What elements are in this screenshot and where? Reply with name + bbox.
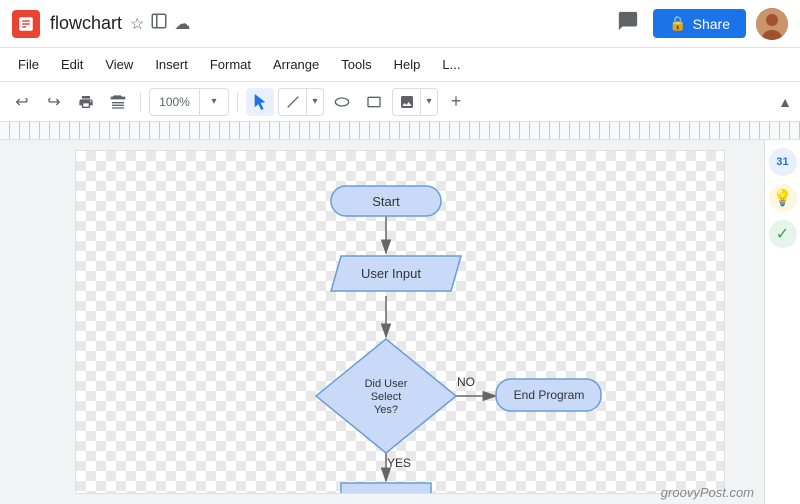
header-right: 🔒 Share	[613, 6, 788, 42]
insert-button[interactable]: +	[442, 88, 470, 116]
calendar-button[interactable]: 31	[769, 148, 797, 176]
menu-arrange[interactable]: Arrange	[263, 53, 329, 76]
svg-text:Yes?: Yes?	[374, 404, 398, 416]
zoom-level[interactable]: 100%	[150, 88, 200, 116]
separator-2	[237, 92, 238, 112]
menu-help[interactable]: Help	[384, 53, 431, 76]
doc-title[interactable]: flowchart	[50, 13, 122, 34]
ruler	[0, 122, 800, 140]
toolbar: ↩ ↪ 100% ▾ ▾ ▾ + ▲	[0, 82, 800, 122]
zoom-control[interactable]: 100% ▾	[149, 88, 229, 116]
svg-text:Select: Select	[371, 391, 402, 403]
tasks-button[interactable]: ✓	[769, 220, 797, 248]
star-icon[interactable]: ☆	[130, 14, 144, 34]
select-tool[interactable]	[246, 88, 274, 116]
image-dropdown[interactable]: ▾	[421, 88, 437, 116]
title-icons: ☆ ☁	[130, 12, 190, 35]
menu-view[interactable]: View	[95, 53, 143, 76]
menu-tools[interactable]: Tools	[331, 53, 381, 76]
canvas-area: Start User Input Did User Select Yes? NO…	[0, 140, 800, 504]
menu-edit[interactable]: Edit	[51, 53, 93, 76]
separator-1	[140, 92, 141, 112]
paint-format-button[interactable]	[104, 88, 132, 116]
toolbar-collapse-button[interactable]: ▲	[778, 94, 792, 110]
app-logo	[12, 10, 40, 38]
share-button[interactable]: 🔒 Share	[653, 9, 746, 38]
comment-button[interactable]	[613, 6, 643, 42]
menu-file[interactable]: File	[8, 53, 49, 76]
svg-text:User Input: User Input	[361, 266, 421, 281]
line-dropdown[interactable]: ▾	[307, 88, 323, 116]
zoom-dropdown[interactable]: ▾	[200, 88, 228, 116]
menu-insert[interactable]: Insert	[145, 53, 198, 76]
redo-button[interactable]: ↪	[40, 88, 68, 116]
line-tool-group[interactable]: ▾	[278, 88, 324, 116]
lock-icon: 🔒	[669, 15, 686, 32]
svg-text:Start: Start	[372, 194, 400, 209]
menu-more[interactable]: L...	[432, 53, 470, 76]
shape-oval-tool[interactable]	[328, 88, 356, 116]
undo-button[interactable]: ↩	[8, 88, 36, 116]
user-avatar[interactable]	[756, 8, 788, 40]
drawing-canvas[interactable]: Start User Input Did User Select Yes? NO…	[75, 150, 725, 494]
shape-rect-tool[interactable]	[360, 88, 388, 116]
side-panel: 31 💡 ✓	[764, 140, 800, 504]
svg-text:End Program: End Program	[514, 388, 585, 402]
line-tool[interactable]	[279, 88, 307, 116]
menu-format[interactable]: Format	[200, 53, 261, 76]
print-button[interactable]	[72, 88, 100, 116]
menu-bar: File Edit View Insert Format Arrange Too…	[0, 48, 800, 82]
lightbulb-button[interactable]: 💡	[769, 184, 797, 212]
svg-text:YES: YES	[387, 456, 411, 470]
watermark: groovyPost.com	[661, 485, 754, 500]
cloud-icon[interactable]: ☁	[174, 14, 190, 34]
image-tool[interactable]	[393, 88, 421, 116]
svg-text:Did User: Did User	[365, 378, 408, 390]
svg-text:NO: NO	[457, 375, 475, 389]
drive-icon[interactable]	[150, 12, 168, 35]
image-tool-group[interactable]: ▾	[392, 88, 438, 116]
